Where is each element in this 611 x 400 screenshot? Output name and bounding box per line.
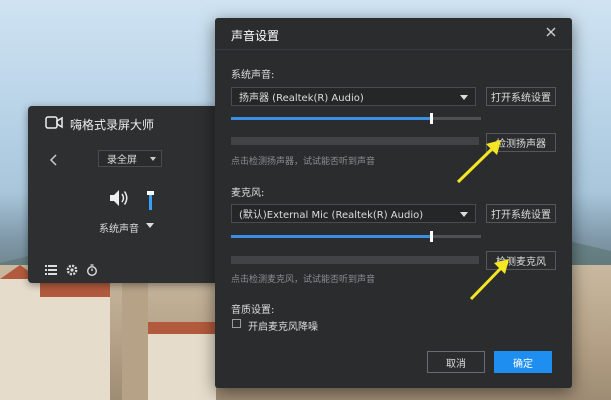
annotation-arrow-microphone bbox=[469, 259, 509, 301]
noise-reduction-label: 开启麦克风降噪 bbox=[248, 322, 318, 333]
background-house bbox=[148, 334, 216, 400]
dialog-title: 声音设置 bbox=[231, 29, 280, 43]
record-mode-label: 录全屏 bbox=[107, 155, 137, 166]
ok-button[interactable]: 确定 bbox=[494, 351, 552, 373]
system-volume-fill bbox=[231, 117, 431, 120]
background-roof bbox=[148, 322, 216, 334]
microphone-hint: 点击检测麦克风，试试能否听到声音 bbox=[231, 275, 376, 285]
system-volume-handle[interactable] bbox=[430, 113, 433, 124]
background-house bbox=[46, 297, 110, 400]
speaker-select[interactable]: 扬声器 (Realtek(R) Audio) bbox=[231, 87, 476, 106]
sound-settings-dialog: 声音设置 系统声音: 扬声器 (Realtek(R) Audio) 打开系统设置… bbox=[215, 18, 572, 388]
microphone-volume-handle[interactable] bbox=[430, 231, 433, 242]
camera-icon bbox=[45, 116, 63, 129]
cancel-button[interactable]: 取消 bbox=[427, 351, 485, 373]
system-volume-knob[interactable] bbox=[147, 191, 154, 196]
timer-icon[interactable] bbox=[86, 264, 98, 276]
microphone-volume-fill bbox=[231, 235, 431, 238]
record-mode-select[interactable]: 录全屏 bbox=[98, 150, 162, 167]
microphone-select[interactable]: (默认)External Mic (Realtek(R) Audio) bbox=[231, 204, 476, 223]
quality-label: 音质设置: bbox=[231, 305, 275, 316]
speaker-level-meter bbox=[231, 137, 479, 145]
microphone-level-meter bbox=[231, 256, 479, 264]
speaker-hint: 点击检测扬声器，试试能否听到声音 bbox=[231, 157, 376, 167]
noise-reduction-checkbox[interactable] bbox=[232, 319, 241, 328]
background-house bbox=[0, 279, 46, 400]
background-roof bbox=[40, 283, 110, 297]
close-icon[interactable] bbox=[544, 25, 558, 39]
microphone-label: 麦克风: bbox=[231, 188, 265, 199]
chevron-down-icon bbox=[460, 95, 468, 100]
speaker-select-value: 扬声器 (Realtek(R) Audio) bbox=[239, 93, 364, 104]
system-volume-slider[interactable] bbox=[231, 113, 481, 124]
microphone-volume-slider[interactable] bbox=[231, 231, 481, 242]
speaker-icon[interactable] bbox=[108, 188, 130, 208]
back-arrow-icon[interactable] bbox=[48, 153, 60, 167]
recorder-panel: 嗨格式录屏大师 录全屏 系统声音 bbox=[28, 106, 218, 283]
annotation-arrow-speaker bbox=[456, 140, 501, 184]
list-icon[interactable] bbox=[45, 264, 57, 276]
background-tower bbox=[122, 270, 148, 400]
audio-source-dropdown-icon[interactable] bbox=[146, 223, 154, 228]
system-sound-label: 系统声音: bbox=[231, 70, 275, 81]
chevron-down-icon bbox=[460, 212, 468, 217]
recorder-title: 嗨格式录屏大师 bbox=[70, 118, 155, 132]
open-system-settings-button[interactable]: 打开系统设置 bbox=[486, 87, 556, 106]
system-volume-bar[interactable] bbox=[149, 193, 152, 210]
open-system-settings-button-mic[interactable]: 打开系统设置 bbox=[486, 204, 556, 223]
microphone-select-value: (默认)External Mic (Realtek(R) Audio) bbox=[239, 210, 424, 221]
gear-icon[interactable] bbox=[66, 264, 78, 276]
title-divider bbox=[215, 49, 572, 50]
chevron-down-icon bbox=[150, 157, 156, 161]
audio-source-label: 系统声音 bbox=[99, 224, 139, 235]
